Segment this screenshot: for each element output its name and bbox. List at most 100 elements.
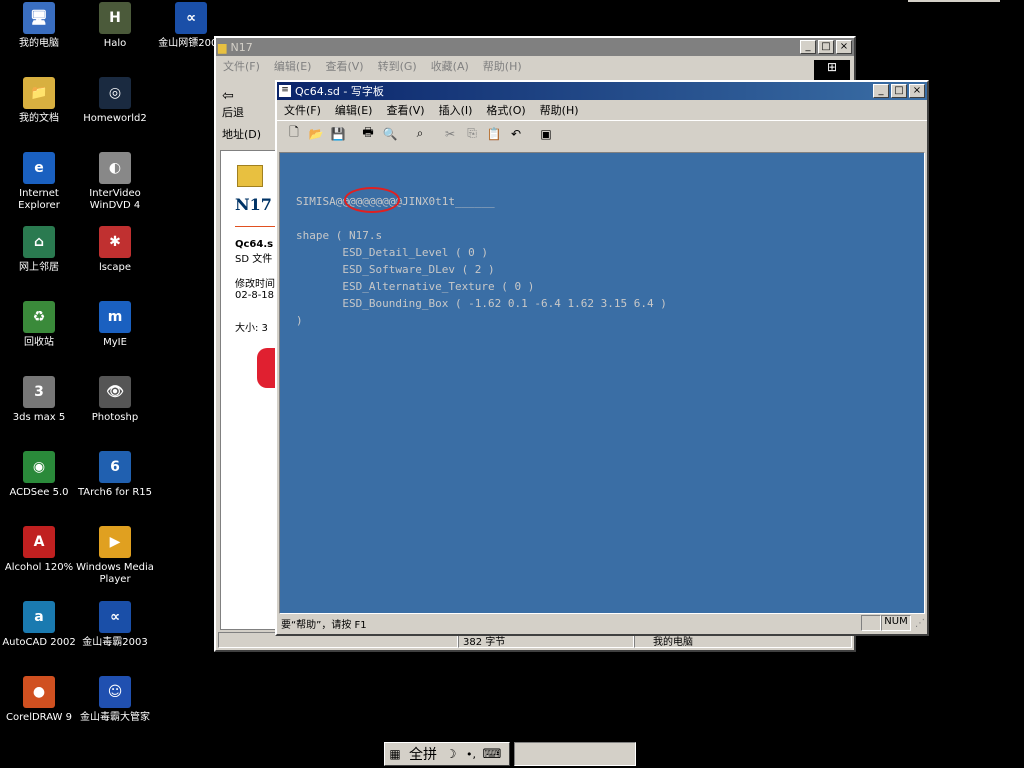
wordpad-minimize-button[interactable]: _ xyxy=(873,84,889,98)
explorer-title: N17 xyxy=(230,40,253,54)
desktop-icon[interactable]: 6 TArch6 for R15 xyxy=(76,451,154,499)
resize-grip-icon[interactable]: ⋰ xyxy=(911,618,925,629)
wp-menu-view[interactable]: 查看(V) xyxy=(379,102,431,118)
document-line: ESD_Bounding_Box ( -1.62 0.1 -6.4 1.62 3… xyxy=(296,297,667,310)
explorer-content: N17 Qc64.s SD 文件 修改时间 02-8-18 大小: 3 xyxy=(220,150,280,630)
wordpad-toolbar: 🗋 📂 💾 🖶 🔍 ⌕ ✂ ⎘ 📋 ↶ ▣ xyxy=(277,120,927,146)
new-icon[interactable]: 🗋 xyxy=(283,124,305,144)
desktop-icon[interactable]: 📁 我的文档 xyxy=(0,77,78,125)
app-icon: 👁 xyxy=(99,376,131,408)
ime-icon[interactable]: ▦ xyxy=(385,747,405,761)
menu-edit[interactable]: 编辑(E) xyxy=(267,58,319,74)
desktop-icon[interactable]: ♻ 回收站 xyxy=(0,301,78,349)
desktop-icon[interactable]: 👁 Photoshp xyxy=(76,376,154,424)
document-line: shape ( N17.s xyxy=(296,229,383,242)
ime-mode-label[interactable]: 全拼 xyxy=(405,744,441,764)
desktop-icon-label: ACDSee 5.0 xyxy=(9,487,69,498)
desktop-icon[interactable]: ∝ 金山毒霸2003 xyxy=(76,601,154,649)
num-lock-indicator: NUM xyxy=(881,615,911,631)
desktop-icon[interactable]: ☺ 金山毒霸大管家 xyxy=(76,676,154,724)
desktop-icon-label: TArch6 for R15 xyxy=(77,487,153,498)
ime-moon-icon[interactable]: ☽ xyxy=(441,747,461,761)
desktop-icon[interactable]: ◉ ACDSee 5.0 xyxy=(0,451,78,499)
desktop-icon[interactable]: a AutoCAD 2002 xyxy=(0,601,78,649)
desktop-icon[interactable]: ◐ InterVideo WinDVD 4 xyxy=(76,152,154,212)
wp-menu-format[interactable]: 格式(O) xyxy=(479,102,532,118)
desktop-icon[interactable]: ✱ lscape xyxy=(76,226,154,274)
wp-menu-insert[interactable]: 插入(I) xyxy=(432,102,480,118)
cut-icon[interactable]: ✂ xyxy=(439,124,461,144)
document-text: SIMISA@@@@@@@@@@JINX0t1t______ shape ( N… xyxy=(296,193,908,329)
desktop-icon[interactable]: ▶ Windows Media Player xyxy=(76,526,154,586)
print-preview-icon[interactable]: 🔍 xyxy=(379,124,401,144)
desktop-icon-label: Internet Explorer xyxy=(18,188,60,211)
app-icon: ▶ xyxy=(99,526,131,558)
desktop-icon[interactable]: ◎ Homeworld2 xyxy=(76,77,154,125)
desktop: 🖥 我的电脑 H Halo ∝ 金山网镖2003 📁 我的文档 ◎ Homeworld2 e Inte… xyxy=(0,0,1024,768)
ime-toolbar[interactable]: ▦ 全拼 ☽ •, ⌨ xyxy=(384,742,510,766)
folder-name: N17 xyxy=(235,195,272,214)
wordpad-title: Qc64.sd - 写字板 xyxy=(295,85,384,98)
wordpad-close-button[interactable]: × xyxy=(909,84,925,98)
paste-icon[interactable]: 📋 xyxy=(483,124,505,144)
wordpad-titlebar[interactable]: ≡ Qc64.sd - 写字板 _ □ × xyxy=(277,82,927,100)
file-name: Qc64.s xyxy=(235,239,274,250)
explorer-titlebar[interactable]: ▆ N17 _ □ × xyxy=(216,38,854,56)
menu-file[interactable]: 文件(F) xyxy=(216,58,267,74)
app-icon: ∝ xyxy=(99,601,131,633)
save-icon[interactable]: 💾 xyxy=(327,124,349,144)
open-icon[interactable]: 📂 xyxy=(305,124,327,144)
document-line: ) xyxy=(296,314,303,327)
wp-menu-edit[interactable]: 编辑(E) xyxy=(328,102,380,118)
wp-menu-file[interactable]: 文件(F) xyxy=(277,102,328,118)
app-icon: ∝ xyxy=(175,2,207,34)
maximize-button[interactable]: □ xyxy=(818,40,834,54)
app-icon: ⌂ xyxy=(23,226,55,258)
close-button[interactable]: × xyxy=(836,40,852,54)
folder-large-icon xyxy=(237,165,263,187)
help-hint: 要“帮助”，请按 F1 xyxy=(281,619,367,631)
desktop-icon-label: Photoshp xyxy=(91,412,139,423)
desktop-icon[interactable]: e Internet Explorer xyxy=(0,152,78,212)
app-icon: 🖥 xyxy=(23,2,55,34)
desktop-icon[interactable]: 3 3ds max 5 xyxy=(0,376,78,424)
wordpad-menubar: 文件(F) 编辑(E) 查看(V) 插入(I) 格式(O) 帮助(H) xyxy=(277,100,927,120)
desktop-icon[interactable]: m MyIE xyxy=(76,301,154,349)
wordpad-maximize-button[interactable]: □ xyxy=(891,84,907,98)
desktop-icon-label: CorelDRAW 9 xyxy=(6,712,72,723)
desktop-icon-label: MyIE xyxy=(103,337,127,348)
app-icon: ◎ xyxy=(99,77,131,109)
ime-punct-icon[interactable]: •, xyxy=(461,748,481,761)
find-icon[interactable]: ⌕ xyxy=(409,124,431,144)
wordpad-window[interactable]: ≡ Qc64.sd - 写字板 _ □ × 文件(F) 编辑(E) 查看(V) … xyxy=(275,80,929,636)
desktop-icon[interactable]: ⌂ 网上邻居 xyxy=(0,226,78,274)
menu-view[interactable]: 查看(V) xyxy=(318,58,370,74)
desktop-icon[interactable]: 🖥 我的电脑 xyxy=(0,2,78,50)
app-icon: e xyxy=(23,152,55,184)
desktop-icon[interactable]: ● CorelDRAW 9 xyxy=(0,676,78,724)
desktop-icon[interactable]: A Alcohol 120% xyxy=(0,526,78,574)
minimize-button[interactable]: _ xyxy=(800,40,816,54)
print-icon[interactable]: 🖶 xyxy=(357,124,379,144)
copy-icon[interactable]: ⎘ xyxy=(461,124,483,144)
keyboard-icon[interactable]: ⌨ xyxy=(481,747,503,762)
undo-icon[interactable]: ↶ xyxy=(505,124,527,144)
wp-menu-help[interactable]: 帮助(H) xyxy=(533,102,586,118)
desktop-icon[interactable]: H Halo xyxy=(76,2,154,50)
menu-go[interactable]: 转到(G) xyxy=(371,58,424,74)
address-label: 地址(D) xyxy=(222,128,262,141)
back-button[interactable]: ⇦ 后退 xyxy=(222,88,262,120)
menu-help[interactable]: 帮助(H) xyxy=(476,58,529,74)
desktop-icon-label: 金山毒霸2003 xyxy=(82,637,148,648)
wordpad-editor[interactable]: SIMISA@@@@@@@@@@JINX0t1t______ shape ( N… xyxy=(279,152,925,614)
desktop-icon-label: Homeworld2 xyxy=(83,113,147,124)
modified-value: 02-8-18 xyxy=(235,290,275,301)
wordpad-statusbar: 要“帮助”，请按 F1 NUM ⋰ xyxy=(279,614,925,632)
document-line: ESD_Alternative_Texture ( 0 ) xyxy=(296,280,535,293)
menu-favorites[interactable]: 收藏(A) xyxy=(424,58,476,74)
desktop-icon-label: Windows Media Player xyxy=(76,562,154,585)
desktop-icon-label: 网上邻居 xyxy=(19,262,59,273)
insert-object-icon[interactable]: ▣ xyxy=(535,124,557,144)
modified-label: 修改时间 xyxy=(235,279,275,290)
